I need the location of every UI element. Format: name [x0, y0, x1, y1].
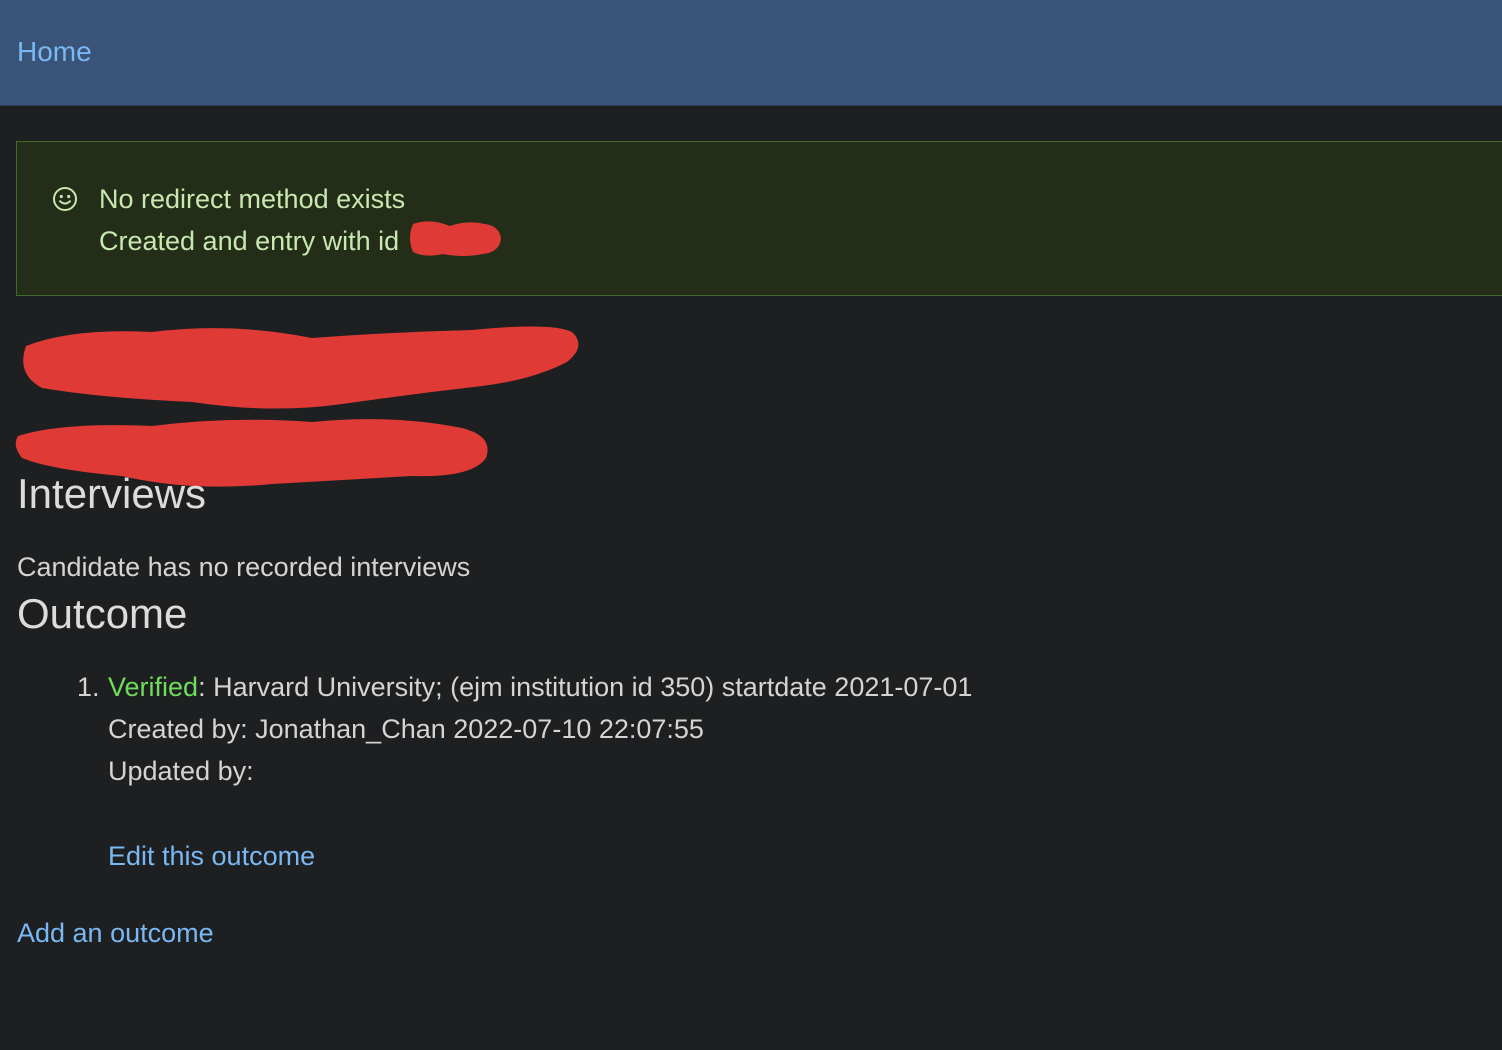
interviews-heading: Interviews	[17, 470, 207, 517]
no-interviews-text: Candidate has no recorded interviews	[17, 552, 471, 582]
outcome-heading: Outcome	[17, 590, 188, 637]
smiley-icon	[53, 187, 77, 211]
outcome-status: Verified	[108, 672, 199, 702]
add-outcome-link[interactable]: Add an outcome	[17, 918, 214, 949]
top-navbar: Home	[0, 0, 1502, 106]
outcome-created-by: Created by: Jonathan_Chan 2022-07-10 22:…	[108, 714, 704, 744]
alert-message: No redirect method exists	[99, 184, 406, 214]
redaction-mark	[410, 221, 501, 256]
outcome-number: 1.	[77, 672, 100, 702]
outcome-updated-by: Updated by:	[108, 756, 254, 786]
edit-outcome-link[interactable]: Edit this outcome	[108, 841, 315, 872]
alert-entry-message: Created and entry with id	[99, 226, 400, 256]
outcome-detail: : Harvard University; (ejm institution i…	[198, 672, 973, 702]
success-alert	[16, 141, 1502, 296]
home-link[interactable]: Home	[17, 36, 92, 68]
outcome-summary: Verified: Harvard University; (ejm insti…	[108, 672, 972, 703]
